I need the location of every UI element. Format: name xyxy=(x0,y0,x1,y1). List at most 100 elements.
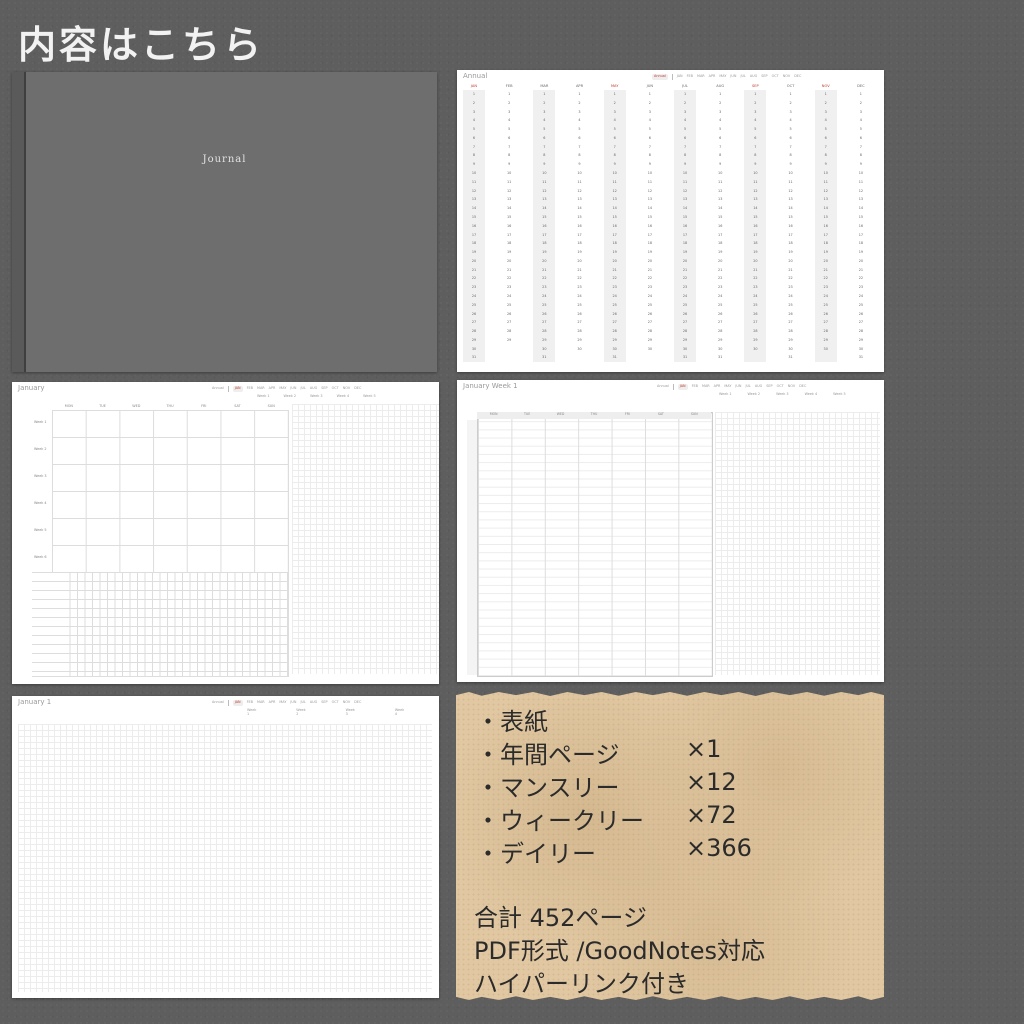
week-tab[interactable]: Week 5 xyxy=(363,394,376,398)
nav-tab[interactable]: NOV xyxy=(783,74,790,80)
nav-tab[interactable]: OCT xyxy=(772,74,779,80)
nav-tab[interactable]: JUL xyxy=(745,384,750,390)
nav-tab[interactable]: MAY xyxy=(719,74,726,80)
week-tab[interactable]: Week 1 xyxy=(257,394,270,398)
nav-tab[interactable]: APR xyxy=(709,74,716,80)
week-tab[interactable]: Week 4 xyxy=(395,708,404,716)
nav-tab[interactable]: JUL xyxy=(740,74,745,80)
day-number: 16 xyxy=(647,223,653,228)
nav-tab[interactable]: JUN xyxy=(290,386,296,392)
week-tab[interactable]: Week 1 xyxy=(247,708,256,716)
day-number: 9 xyxy=(472,162,476,167)
day-number: 1 xyxy=(472,92,476,96)
nav-tab[interactable]: FEB xyxy=(687,74,693,80)
nav-tab[interactable]: JUN xyxy=(735,384,741,390)
nav-tab[interactable]: Annual xyxy=(212,700,224,706)
nav-tab[interactable]: SEP xyxy=(321,386,327,392)
nav-tab[interactable]: MAY xyxy=(279,386,286,392)
nav-tab[interactable]: SEP xyxy=(766,384,772,390)
day-number: 13 xyxy=(788,197,793,202)
nav-tab[interactable]: AUG xyxy=(310,700,317,706)
nav-tab[interactable]: MAY xyxy=(279,700,286,706)
week-tab[interactable]: Week 3 xyxy=(346,708,355,716)
day-number: 5 xyxy=(754,127,757,132)
nav-tab[interactable]: JAN xyxy=(232,386,243,392)
week-tab[interactable]: Week 2 xyxy=(284,394,297,398)
nav-tab[interactable]: OCT xyxy=(777,384,784,390)
nav-tab[interactable]: JUL xyxy=(300,386,305,392)
day-number: 22 xyxy=(612,276,617,281)
day-number: 7 xyxy=(613,144,616,149)
day-number: 28 xyxy=(612,329,617,334)
day-number: 5 xyxy=(859,127,862,132)
week-tab[interactable]: Week 4 xyxy=(805,392,818,396)
nav-tab[interactable]: JUN xyxy=(730,74,736,80)
nav-tab[interactable]: JUL xyxy=(300,700,305,706)
week-tab[interactable]: Week 3 xyxy=(310,394,323,398)
nav-tab[interactable]: Annual xyxy=(212,386,224,392)
nav-tab[interactable]: MAR xyxy=(257,700,265,706)
nav-tab[interactable]: DEC xyxy=(799,384,806,390)
week-tab[interactable]: Week 2 xyxy=(296,708,305,716)
day-number: 15 xyxy=(788,214,793,219)
day-number: 1 xyxy=(543,92,546,96)
nav-tab[interactable]: Annual xyxy=(657,384,669,390)
day-number: 10 xyxy=(647,171,653,176)
nav-tab[interactable]: OCT xyxy=(332,700,339,706)
day-number: 1 xyxy=(859,92,862,96)
nav-tab[interactable]: DEC xyxy=(354,700,361,706)
nav-tab[interactable]: AUG xyxy=(755,384,762,390)
nav-tab[interactable]: DEC xyxy=(794,74,801,80)
month-column: APR 1 2 3 4 5 6 7 8 9 10 11 12 13 14 15 16 17 18 19 20 21 22 23… xyxy=(569,84,591,362)
day-number: 15 xyxy=(612,214,617,219)
nav-tab[interactable]: FEB xyxy=(247,386,253,392)
day-label: TUE xyxy=(99,404,106,408)
nav-tab[interactable]: APR xyxy=(269,700,276,706)
monthly-page-preview: January Annual JAN FEB MAR APR MAY JUN JUL AUG SE… xyxy=(12,382,439,684)
nav-tab[interactable]: JAN xyxy=(677,384,688,390)
nav-tab[interactable]: NOV xyxy=(343,700,350,706)
nav-tab[interactable]: MAR xyxy=(257,386,265,392)
day-number: 11 xyxy=(647,179,653,184)
nav-tab[interactable]: FEB xyxy=(692,384,698,390)
day-number: 13 xyxy=(718,197,723,202)
nav-tab[interactable]: MAR xyxy=(697,74,705,80)
nav-tab[interactable]: NOV xyxy=(788,384,795,390)
contents-item-label: ・マンスリー xyxy=(476,774,620,802)
week-tab[interactable]: Week 5 xyxy=(833,392,846,396)
nav-tab[interactable]: APR xyxy=(269,386,276,392)
day-number: 31 xyxy=(471,355,477,360)
nav-tab[interactable]: NOV xyxy=(343,386,350,392)
day-number: 22 xyxy=(542,276,547,281)
nav-tab[interactable]: FEB xyxy=(247,700,253,706)
day-number xyxy=(815,353,837,362)
day-number: 16 xyxy=(471,223,477,228)
week-tab[interactable]: Week 2 xyxy=(748,392,761,396)
nav-tab[interactable]: JUN xyxy=(290,700,296,706)
nav-tab[interactable]: JAN xyxy=(232,700,243,706)
nav-tab[interactable]: SEP xyxy=(761,74,767,80)
day-label: SUN xyxy=(690,412,698,416)
week-tab[interactable]: Week 4 xyxy=(337,394,350,398)
week-tab[interactable]: Week 1 xyxy=(719,392,732,396)
day-number: 9 xyxy=(824,162,827,167)
monthly-notes-grid xyxy=(292,404,439,674)
week-tab[interactable]: Week 3 xyxy=(776,392,789,396)
nav-tab[interactable]: MAY xyxy=(724,384,731,390)
day-number: 6 xyxy=(543,135,546,140)
nav-tab[interactable]: JAN xyxy=(677,74,683,80)
day-number: 4 xyxy=(543,118,546,123)
nav-tab[interactable]: APR xyxy=(714,384,721,390)
day-number: 12 xyxy=(788,188,793,193)
nav-tab[interactable]: SEP xyxy=(321,700,327,706)
habit-tracker-grid xyxy=(32,572,289,677)
nav-tab[interactable]: OCT xyxy=(332,386,339,392)
day-number: 28 xyxy=(507,329,512,334)
nav-tab[interactable]: AUG xyxy=(750,74,757,80)
nav-tab[interactable]: DEC xyxy=(354,386,361,392)
day-number: 29 xyxy=(823,337,828,342)
nav-tab[interactable]: Annual xyxy=(652,74,668,80)
nav-tab[interactable]: MAR xyxy=(702,384,710,390)
nav-tab[interactable]: AUG xyxy=(310,386,317,392)
day-number: 11 xyxy=(682,179,688,184)
